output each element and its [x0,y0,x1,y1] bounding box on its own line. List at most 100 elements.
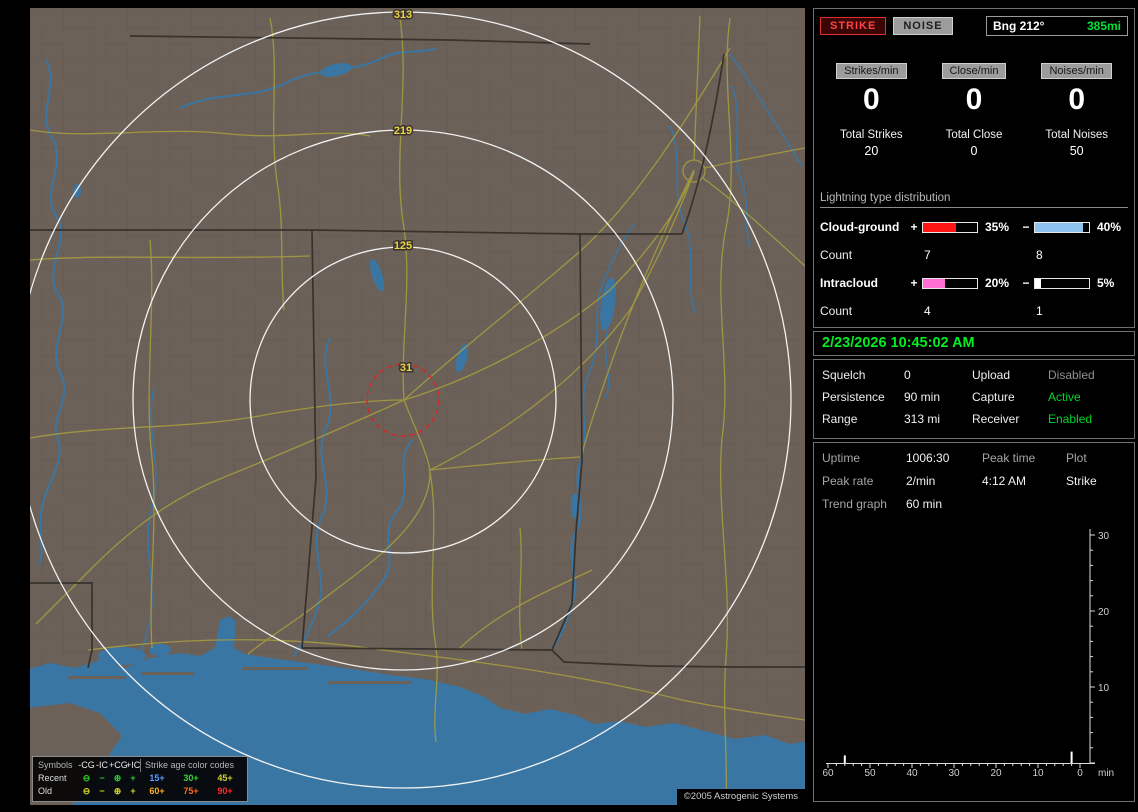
datetime-display: 2/23/2026 10:45:02 AM [813,331,1135,356]
old-neg-ic-icon: − [99,786,105,796]
intracloud-plus-pct: 20% [985,276,1010,290]
bar-fill [923,278,945,288]
plus-sign: + [910,220,918,234]
distribution-grid: Cloud-ground + 35% − 40% Count 7 8 Intra… [820,220,1128,318]
cloud-ground-label: Cloud-ground [820,220,900,234]
counter-noises: Noises/min 0 Total Noises 50 [1025,63,1128,158]
svg-text:min: min [1098,768,1114,779]
age-30: 30+ [183,773,199,783]
persistence-value: 90 min [904,390,941,404]
close-per-min-value: 0 [965,83,983,116]
minus-sign: − [1022,220,1030,234]
bar-fill [1035,278,1042,288]
noises-per-min-value: 0 [1068,83,1086,116]
plot-value: Strike [1066,474,1097,488]
counter-close: Close/min 0 Total Close 0 [923,63,1026,158]
peak-time-label: Peak time [982,451,1036,465]
plus-sign: + [910,276,918,290]
plot-label: Plot [1066,451,1087,465]
cloud-ground-plus-bar [922,221,978,233]
strike-button[interactable]: STRIKE [820,17,887,35]
age-60: 60+ [149,786,165,796]
settings-box: Squelch 0 Upload Disabled Persistence 90… [813,359,1135,439]
old-pos-ic-icon: + [130,786,136,796]
ring-label-219: 219 [394,125,412,137]
range-label: Range [822,412,858,426]
peak-rate-label: Peak rate [822,474,874,488]
recent-neg-ic-icon: − [99,773,105,783]
map-image: 313 219 125 31 [30,8,805,805]
status-trend-box: Uptime 1006:30 Peak time Plot Peak rate … [813,442,1135,802]
cloud-ground-minus-pct: 40% [1097,220,1122,234]
age-75: 75+ [183,786,199,796]
map-legend: Symbols -CG -IC +CG +IC Strike age color… [32,756,248,802]
svg-text:50: 50 [864,768,876,779]
total-close-value: 0 [970,144,978,158]
strikes-per-min-button[interactable]: Strikes/min [836,63,907,79]
age-15: 15+ [149,773,165,783]
svg-text:10: 10 [1098,683,1110,694]
intracloud-minus-pct: 5% [1097,276,1115,290]
squelch-label: Squelch [822,368,866,382]
legend-age-header: Strike age color codes [140,759,242,772]
intracloud-label: Intracloud [820,276,879,290]
bar-fill [1035,222,1083,232]
mode-row: STRIKE NOISE Bng 212° 385mi [820,15,1128,37]
svg-text:30: 30 [948,768,960,779]
ring-label-313: 313 [394,9,412,21]
ring-label-125: 125 [394,240,412,252]
total-noises-label: Total Noises [1045,129,1108,141]
close-per-min-button[interactable]: Close/min [941,63,1007,79]
intracloud-minus-bar [1034,277,1090,289]
strike-stats-box: STRIKE NOISE Bng 212° 385mi Strikes/min … [813,8,1135,328]
strikes-per-min-value: 0 [862,83,880,116]
total-strikes-label: Total Strikes [840,129,903,141]
uptime-label: Uptime [822,451,861,465]
cloud-ground-plus-pct: 35% [985,220,1010,234]
counter-strikes: Strikes/min 0 Total Strikes 20 [820,63,923,158]
age-45: 45+ [217,773,233,783]
old-pos-cg-icon: ⊕ [113,786,122,796]
bar-fill [923,222,957,232]
legend-col-pos-cg: +CG [109,760,128,770]
trend-graph: 10 20 30 60 50 40 30 20 10 0 min [822,529,1114,779]
recent-neg-cg-icon: ⊖ [82,773,91,783]
count-label: Count [820,304,853,318]
capture-label: Capture [972,390,1015,404]
intracloud-plus-count: 4 [924,304,931,318]
upload-label: Upload [972,368,1011,382]
svg-text:0: 0 [1077,768,1083,779]
peak-rate-value: 2/min [906,474,936,488]
bearing-display: Bng 212° 385mi [986,16,1128,36]
lightning-map[interactable]: 313 219 125 31 Symbols -CG -IC +CG +IC S… [30,8,805,805]
svg-text:40: 40 [906,768,918,779]
receiver-status: Enabled [1048,412,1093,426]
total-strikes-value: 20 [864,144,879,158]
recent-pos-cg-icon: ⊕ [113,773,122,783]
legend-old-label: Old [38,786,53,796]
legend-col-neg-cg: -CG [78,760,95,770]
peak-time-value: 4:12 AM [982,474,1027,488]
receiver-label: Receiver [972,412,1020,426]
noise-button[interactable]: NOISE [893,17,953,35]
svg-text:60: 60 [822,768,834,779]
bearing-value: Bng 212° [993,19,1045,33]
legend-col-pos-ic: +IC [126,760,141,770]
svg-text:30: 30 [1098,531,1110,542]
persistence-label: Persistence [822,390,885,404]
cloud-ground-plus-count: 7 [924,248,931,262]
cloud-ground-minus-count: 8 [1036,248,1043,262]
svg-text:20: 20 [990,768,1002,779]
minus-sign: − [1022,276,1030,290]
distribution-header: Lightning type distribution [820,192,1128,208]
noises-per-min-button[interactable]: Noises/min [1041,63,1112,79]
range-value: 313 mi [904,412,941,426]
right-panel: STRIKE NOISE Bng 212° 385mi Strikes/min … [813,8,1135,805]
intracloud-minus-count: 1 [1036,304,1043,318]
copyright-text: ©2005 Astrogenic Systems [676,789,805,805]
cloud-ground-minus-bar [1034,221,1090,233]
squelch-value: 0 [904,368,911,382]
trend-graph-value: 60 min [906,497,943,511]
svg-text:20: 20 [1098,607,1110,618]
age-90: 90+ [217,786,233,796]
